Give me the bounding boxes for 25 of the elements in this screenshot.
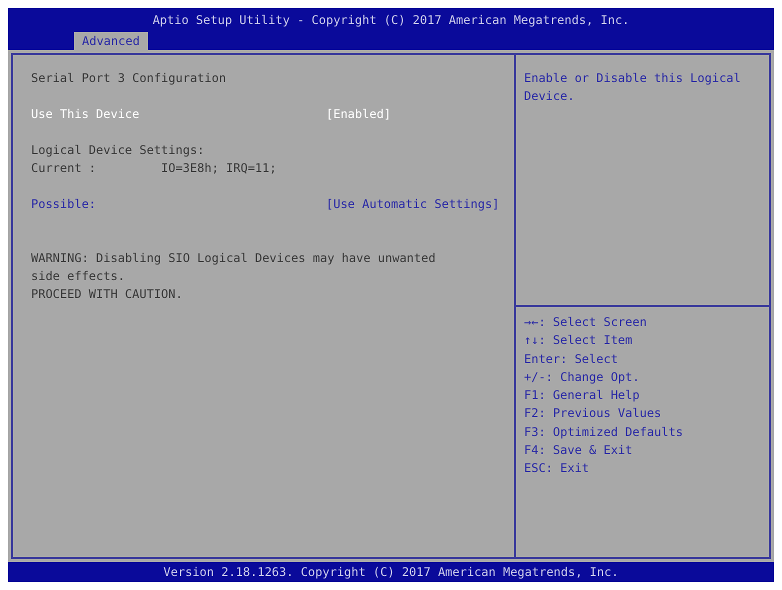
setting-row[interactable]: Possible: [Use Automatic Settings] [31, 195, 501, 213]
info-text: Serial Port 3 Configuration [31, 70, 226, 87]
key-hint: F4: Save & Exit [524, 442, 632, 460]
info-text: PROCEED WITH CAUTION. [31, 286, 183, 303]
window-title: Aptio Setup Utility - Copyright (C) 2017 American Megatrends, Inc. [152, 12, 630, 29]
key-hint: ↑↓: Select Item [524, 332, 632, 350]
key-hint: Enter: Select [524, 350, 618, 368]
setting-value[interactable]: [Use Automatic Settings] [326, 195, 500, 213]
info-text: Logical Device Settings: [31, 142, 204, 159]
setting-label[interactable]: Use This Device [31, 105, 326, 123]
key-hint: F3: Optimized Defaults [524, 424, 683, 441]
key-hint: +/-: Change Opt. [524, 368, 640, 386]
key-hint: F2: Previous Values [524, 405, 662, 422]
tab[interactable]: Advanced [74, 32, 148, 50]
field-value: IO=3E8h; IRQ=11; [161, 160, 277, 177]
key-hint: F1: General Help [524, 387, 640, 404]
setting-row[interactable]: Use This Device [Enabled] [31, 105, 501, 123]
version-text: Version 2.18.1263. Copyright (C) 2017 American Megatrends, Inc. [163, 564, 619, 581]
setting-value[interactable]: [Enabled] [326, 105, 392, 123]
warning-text: WARNING: Disabling SIO Logical Devices may have unwanted side effects. [31, 250, 437, 285]
field-label: Current : [31, 160, 98, 177]
help-text: Enable or Disable this Logical Device. [523, 70, 742, 105]
setting-label[interactable]: Possible: [31, 195, 326, 213]
key-hint: →←: Select Screen [524, 314, 647, 331]
key-hint: ESC: Exit [524, 460, 590, 478]
